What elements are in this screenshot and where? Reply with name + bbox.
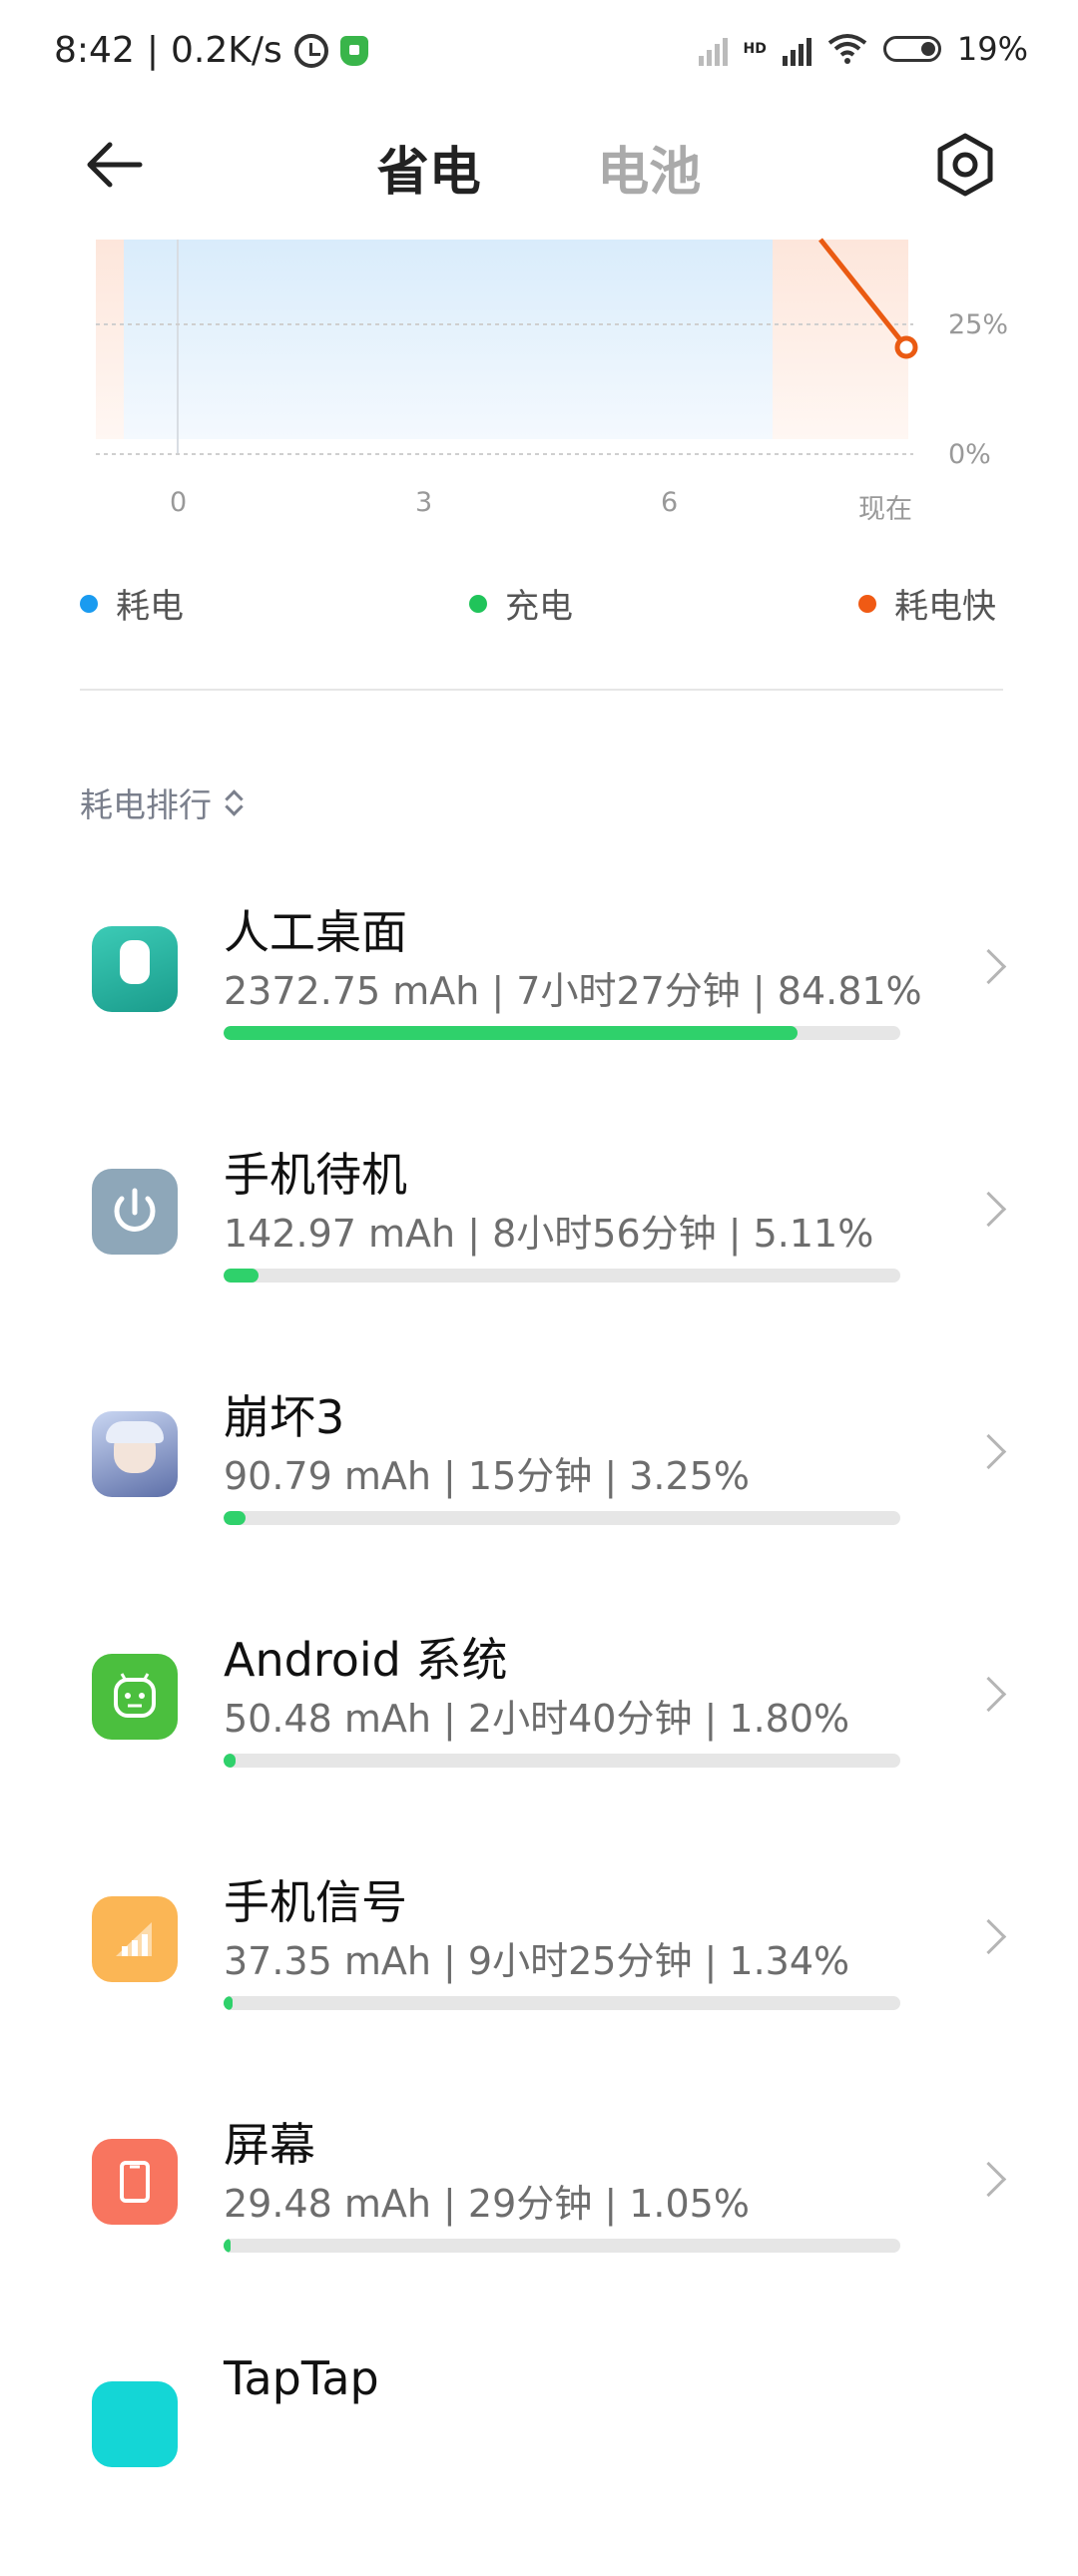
battery-percent: 19%: [956, 30, 1028, 68]
hd-badge: HD: [743, 41, 767, 57]
fast-drain-region-left: [96, 240, 124, 439]
app-usage-stat: 90.79 mAh | 15分钟 | 3.25%: [224, 1454, 750, 1498]
x-label-3: 3: [415, 487, 433, 518]
battery-icon: [882, 36, 941, 62]
chevron-right-icon: [970, 2161, 1007, 2198]
shield-icon: [339, 35, 368, 66]
x-label-6: 6: [661, 487, 679, 518]
app-usage-stat: 37.35 mAh | 9小时25分钟 | 1.34%: [224, 1939, 850, 1983]
tab-battery[interactable]: 电池: [597, 130, 701, 205]
usage-bar: [224, 1996, 900, 2010]
legend-fast-drain: 耗电快: [858, 579, 996, 628]
app-name: TapTap: [224, 2351, 379, 2405]
ranking-title: 耗电排行: [80, 785, 212, 824]
app-name: Android 系统: [224, 1633, 508, 1687]
chevron-right-icon: [970, 1191, 1007, 1228]
drain-region: [124, 240, 773, 439]
list-item-desktop[interactable]: 人工桌面 2372.75 mAh | 7小时27分钟 | 84.81%: [0, 878, 1078, 1121]
clock: 8:42: [54, 30, 135, 71]
chevron-right-icon: [970, 1676, 1007, 1713]
screen-icon: [92, 2139, 178, 2225]
divider: [80, 689, 1003, 691]
list-item-honkai3[interactable]: 崩坏3 90.79 mAh | 15分钟 | 3.25%: [0, 1363, 1078, 1606]
legend-drain-dot: [80, 594, 98, 613]
signal-icon: [92, 1896, 178, 1982]
power-icon: [92, 1169, 178, 1255]
status-left: 8:42 | 0.2K/s: [54, 30, 368, 71]
usage-bar-fill: [224, 1996, 234, 2010]
y-label-0: 0%: [948, 439, 991, 470]
taptap-icon: [92, 2381, 178, 2467]
legend-charge-label: 充电: [505, 587, 573, 627]
wifi-icon: [827, 34, 867, 64]
usage-bar-fill: [224, 2239, 232, 2253]
app-usage-stat: 2372.75 mAh | 7小时27分钟 | 84.81%: [224, 969, 922, 1013]
app-name: 崩坏3: [224, 1390, 345, 1444]
x-label-now: 现在: [858, 494, 912, 525]
desktop-app-icon: [92, 926, 178, 1012]
battery-chart: 25% 0% 0 3 6 现在: [0, 230, 1078, 529]
status-right: HD 19%: [698, 30, 1028, 68]
signal-weak-icon: [698, 32, 728, 66]
status-bar: 8:42 | 0.2K/s HD 19%: [0, 0, 1078, 100]
chevron-right-icon: [970, 948, 1007, 985]
tab-bar: 省电 电池: [0, 130, 1078, 205]
list-item-standby[interactable]: 手机待机 142.97 mAh | 8小时56分钟 | 5.11%: [0, 1121, 1078, 1363]
network-speed: 0.2K/s: [170, 30, 282, 71]
legend-fast-drain-label: 耗电快: [894, 587, 996, 627]
fast-drain-region-right: [773, 240, 908, 439]
list-item-taptap[interactable]: TapTap: [0, 2333, 1078, 2576]
current-level-point: [894, 335, 918, 359]
app-usage-list: 人工桌面 2372.75 mAh | 7小时27分钟 | 84.81% 手机待机…: [0, 878, 1078, 2576]
chart-legend: 耗电 充电 耗电快: [80, 579, 1008, 629]
app-usage-stat: 142.97 mAh | 8小时56分钟 | 5.11%: [224, 1212, 874, 1256]
app-name: 手机待机: [224, 1148, 407, 1202]
legend-charge-dot: [469, 594, 487, 613]
alarm-icon: [293, 33, 328, 68]
android-icon: [92, 1654, 178, 1740]
usage-bar: [224, 1754, 900, 1768]
gear-icon[interactable]: [930, 130, 1000, 200]
usage-bar-fill: [224, 1754, 237, 1768]
list-item-cell-signal[interactable]: 手机信号 37.35 mAh | 9小时25分钟 | 1.34%: [0, 1848, 1078, 2091]
app-name: 屏幕: [224, 2118, 315, 2172]
game-avatar-icon: [92, 1411, 178, 1497]
app-usage-stat: 50.48 mAh | 2小时40分钟 | 1.80%: [224, 1697, 850, 1741]
chevron-right-icon: [970, 1433, 1007, 1470]
tab-power-saving[interactable]: 省电: [377, 130, 481, 205]
x-label-0: 0: [170, 487, 188, 518]
usage-bar: [224, 1511, 900, 1525]
legend-charge: 充电: [469, 579, 573, 628]
app-name: 人工桌面: [224, 905, 407, 959]
usage-bar: [224, 1269, 900, 1283]
ranking-sort-toggle[interactable]: 耗电排行: [80, 778, 242, 826]
usage-bar: [224, 2239, 900, 2253]
app-name: 手机信号: [224, 1875, 407, 1929]
list-item-android-system[interactable]: Android 系统 50.48 mAh | 2小时40分钟 | 1.80%: [0, 1606, 1078, 1848]
list-item-screen[interactable]: 屏幕 29.48 mAh | 29分钟 | 1.05%: [0, 2091, 1078, 2333]
app-usage-stat: 29.48 mAh | 29分钟 | 1.05%: [224, 2182, 750, 2226]
y-label-25: 25%: [948, 309, 1009, 340]
chevron-right-icon: [970, 1918, 1007, 1955]
usage-bar: [224, 1026, 900, 1040]
top-bar: 省电 电池: [0, 100, 1078, 230]
signal-strong-icon: [782, 32, 811, 66]
battery-chart-plot: [96, 238, 918, 455]
sort-icon: [224, 788, 242, 816]
usage-bar-fill: [224, 1269, 259, 1283]
usage-bar-fill: [224, 1026, 798, 1040]
legend-fast-drain-dot: [858, 594, 876, 613]
usage-bar-fill: [224, 1511, 247, 1525]
legend-drain-label: 耗电: [116, 587, 184, 627]
legend-drain: 耗电: [80, 579, 184, 628]
